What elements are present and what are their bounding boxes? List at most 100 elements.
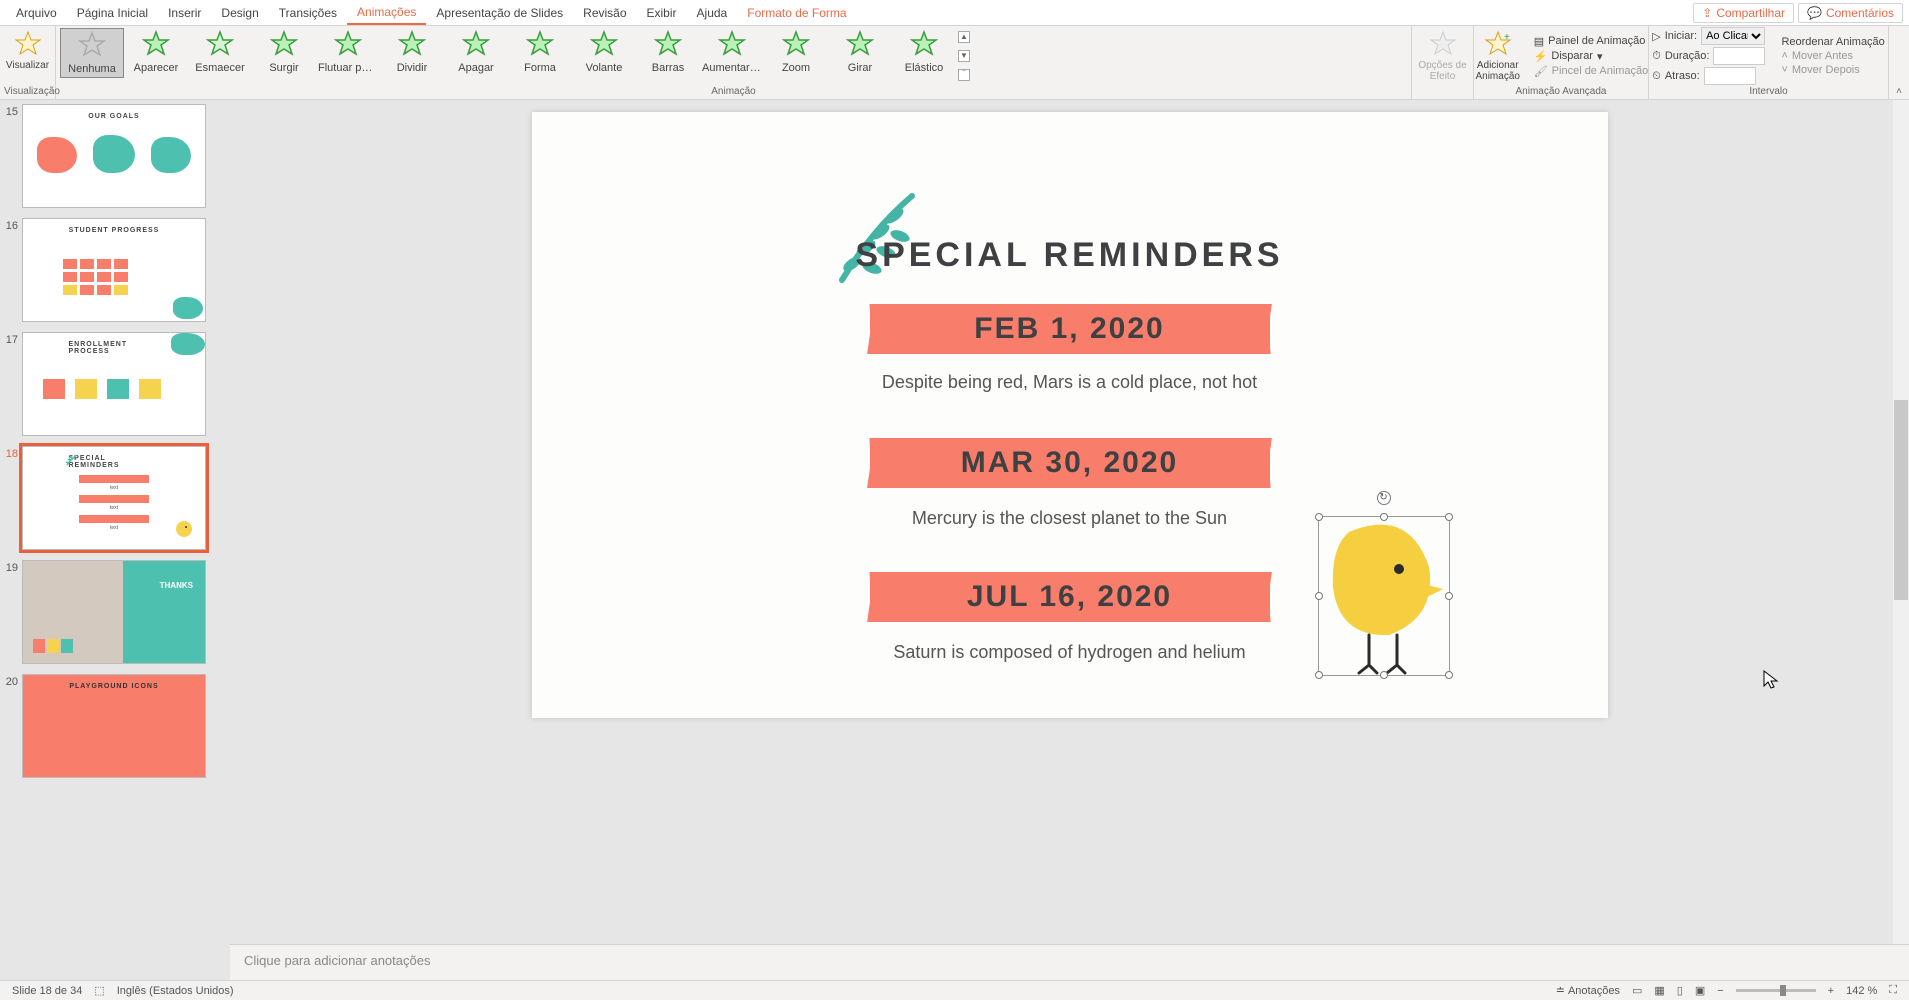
animation-group-label: Animação bbox=[60, 84, 1407, 99]
resize-handle-e[interactable] bbox=[1445, 592, 1453, 600]
menu-formato-forma[interactable]: Formato de Forma bbox=[737, 2, 856, 24]
zoom-slider-knob[interactable] bbox=[1780, 985, 1786, 996]
anim-split[interactable]: Dividir bbox=[380, 28, 444, 76]
slide-title[interactable]: SPECIAL REMINDERS bbox=[855, 236, 1283, 275]
reorder-label: Reordenar Animação bbox=[1781, 36, 1884, 48]
zoom-in-button[interactable]: + bbox=[1822, 985, 1840, 997]
menu-bar: Arquivo Página Inicial Inserir Design Tr… bbox=[0, 0, 1909, 26]
view-reading-button[interactable]: ▯ bbox=[1671, 984, 1689, 997]
zoom-slider[interactable] bbox=[1736, 989, 1816, 992]
timing-duration-input[interactable] bbox=[1713, 47, 1765, 65]
resize-handle-nw[interactable] bbox=[1315, 513, 1323, 521]
menu-inserir[interactable]: Inserir bbox=[158, 2, 211, 24]
reminder-1-date-strip[interactable]: FEB 1, 2020 bbox=[870, 304, 1270, 354]
trigger-button[interactable]: ⚡Disparar ▾ bbox=[1534, 50, 1649, 63]
resize-handle-sw[interactable] bbox=[1315, 671, 1323, 679]
resize-handle-se[interactable] bbox=[1445, 671, 1453, 679]
zoom-out-button[interactable]: − bbox=[1711, 985, 1729, 997]
anim-wipe[interactable]: Apagar bbox=[444, 28, 508, 76]
resize-handle-s[interactable] bbox=[1380, 671, 1388, 679]
star-icon bbox=[846, 30, 874, 58]
menu-transicoes[interactable]: Transições bbox=[269, 2, 347, 24]
move-after-button: ˅ Mover Depois bbox=[1781, 64, 1884, 76]
timing-group-label: Intervalo bbox=[1653, 84, 1884, 99]
editor-vertical-scrollbar[interactable] bbox=[1893, 100, 1909, 944]
anim-grow[interactable]: Aumentar e... bbox=[700, 28, 764, 76]
slide-editor[interactable]: SPECIAL REMINDERS FEB 1, 2020 Despite be… bbox=[230, 100, 1909, 980]
anim-wheel[interactable]: Volante bbox=[572, 28, 636, 76]
anim-swivel[interactable]: Girar bbox=[828, 28, 892, 76]
thumb-slide-15[interactable]: OUR GOALS bbox=[22, 104, 206, 208]
thumb-slide-20[interactable]: PLAYGROUND ICONS bbox=[22, 674, 206, 778]
menu-ajuda[interactable]: Ajuda bbox=[687, 2, 738, 24]
anim-bars[interactable]: Barras bbox=[636, 28, 700, 76]
star-icon bbox=[718, 30, 746, 58]
preview-button[interactable]: Visualizar bbox=[0, 28, 56, 73]
view-slideshow-button[interactable]: ▣ bbox=[1689, 984, 1711, 997]
language-indicator[interactable]: Inglês (Estados Unidos) bbox=[111, 985, 240, 997]
reminder-1-desc[interactable]: Despite being red, Mars is a cold place,… bbox=[882, 372, 1257, 393]
star-icon bbox=[910, 30, 938, 58]
resize-handle-w[interactable] bbox=[1315, 592, 1323, 600]
menu-revisao[interactable]: Revisão bbox=[573, 2, 636, 24]
animation-gallery-scroll[interactable]: ▲▼‾ bbox=[956, 28, 972, 84]
fit-window-button[interactable]: ⛶ bbox=[1883, 984, 1903, 997]
star-icon bbox=[206, 30, 234, 58]
reminder-2-desc[interactable]: Mercury is the closest planet to the Sun bbox=[912, 508, 1227, 529]
trigger-icon: ⚡ bbox=[1534, 50, 1548, 63]
resize-handle-ne[interactable] bbox=[1445, 513, 1453, 521]
animation-pane-button[interactable]: ▤Painel de Animação bbox=[1534, 35, 1649, 48]
thumb-num-18: 18 bbox=[4, 446, 22, 460]
view-sorter-button[interactable]: ▦ bbox=[1648, 984, 1670, 997]
anim-zoom[interactable]: Zoom bbox=[764, 28, 828, 76]
accessibility-icon[interactable]: ⬚ bbox=[88, 984, 110, 997]
notes-toggle[interactable]: ≐ Anotações bbox=[1550, 984, 1626, 997]
anim-float[interactable]: Flutuar para... bbox=[316, 28, 380, 76]
star-icon bbox=[270, 30, 298, 58]
menu-design[interactable]: Design bbox=[211, 2, 268, 24]
anim-fade[interactable]: Esmaecer bbox=[188, 28, 252, 76]
advanced-group-label: Animação Avançada bbox=[1478, 84, 1644, 99]
add-animation-button[interactable]: + Adicionar Animação bbox=[1470, 28, 1526, 84]
add-animation-icon: + bbox=[1484, 30, 1512, 58]
selected-shape-box[interactable] bbox=[1318, 516, 1450, 676]
menu-animacoes[interactable]: Animações bbox=[347, 1, 426, 25]
zoom-level[interactable]: 142 % bbox=[1840, 985, 1883, 997]
anim-bounce[interactable]: Elástico bbox=[892, 28, 956, 76]
reminder-1-date: FEB 1, 2020 bbox=[974, 312, 1164, 346]
rotate-handle[interactable] bbox=[1377, 491, 1391, 505]
slide-thumbnail-panel[interactable]: 15 OUR GOALS 16 STUDENT PROGRESS 17 bbox=[0, 100, 230, 980]
menu-apresentacao[interactable]: Apresentação de Slides bbox=[426, 2, 573, 24]
star-icon bbox=[782, 30, 810, 58]
scrollbar-thumb[interactable] bbox=[1894, 400, 1908, 600]
brush-icon: 🖌 bbox=[1534, 65, 1548, 78]
anim-shape[interactable]: Forma bbox=[508, 28, 572, 76]
anim-flyin[interactable]: Surgir bbox=[252, 28, 316, 76]
anim-appear[interactable]: Aparecer bbox=[124, 28, 188, 76]
thumb-num-15: 15 bbox=[4, 104, 22, 118]
thumb-slide-18[interactable]: SPECIAL REMINDERS text text text bbox=[22, 446, 206, 550]
timing-delay-input[interactable] bbox=[1704, 67, 1756, 85]
reminder-2-date-strip[interactable]: MAR 30, 2020 bbox=[870, 438, 1270, 488]
thumb-slide-16[interactable]: STUDENT PROGRESS bbox=[22, 218, 206, 322]
collapse-ribbon-icon[interactable]: ˄ bbox=[1896, 86, 1902, 97]
timing-start-select[interactable]: Ao Clicar bbox=[1701, 27, 1765, 45]
resize-handle-n[interactable] bbox=[1380, 513, 1388, 521]
status-bar: Slide 18 de 34 ⬚ Inglês (Estados Unidos)… bbox=[0, 980, 1909, 1000]
slide-canvas[interactable]: SPECIAL REMINDERS FEB 1, 2020 Despite be… bbox=[532, 112, 1608, 718]
timing-start-row: ▷ Iniciar: Ao Clicar bbox=[1652, 27, 1765, 45]
comments-button[interactable]: 💬Comentários bbox=[1798, 3, 1903, 23]
menu-exibir[interactable]: Exibir bbox=[637, 2, 687, 24]
thumb-slide-19[interactable]: THANKS bbox=[22, 560, 206, 664]
notes-area[interactable]: Clique para adicionar anotações bbox=[230, 944, 1909, 980]
reminder-3-desc[interactable]: Saturn is composed of hydrogen and heliu… bbox=[893, 642, 1245, 663]
share-icon: ⇪ bbox=[1702, 6, 1712, 20]
reminder-3-date-strip[interactable]: JUL 16, 2020 bbox=[870, 572, 1270, 622]
view-normal-button[interactable]: ▭ bbox=[1626, 984, 1648, 997]
thumb-slide-17[interactable]: ENROLLMENT PROCESS bbox=[22, 332, 206, 436]
menu-arquivo[interactable]: Arquivo bbox=[6, 2, 67, 24]
star-icon bbox=[526, 30, 554, 58]
anim-none[interactable]: Nenhuma bbox=[60, 28, 124, 78]
menu-pagina-inicial[interactable]: Página Inicial bbox=[67, 2, 158, 24]
share-button[interactable]: ⇪Compartilhar bbox=[1693, 3, 1794, 23]
